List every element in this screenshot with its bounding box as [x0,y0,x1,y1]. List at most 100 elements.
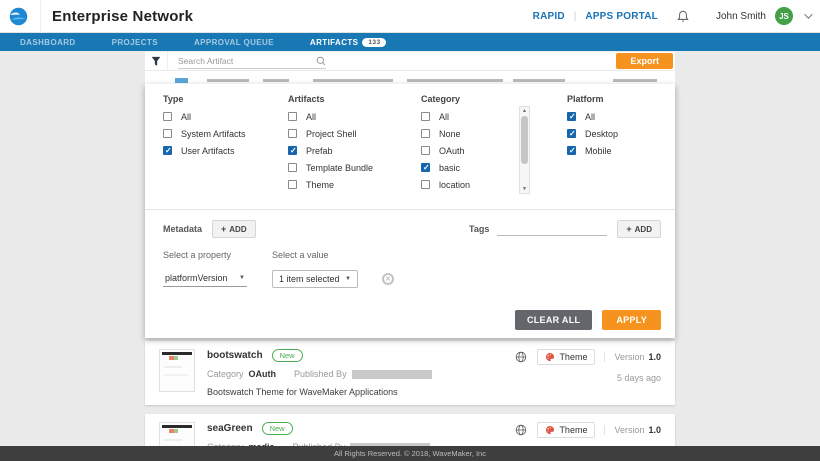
checkbox[interactable] [567,146,576,155]
checkbox[interactable] [421,180,430,189]
content-area: Export Type All Syste [0,52,820,461]
nav-item-dashboard[interactable]: DASHBOARD [20,38,76,47]
obscured-row-fragment [263,79,289,82]
checkbox[interactable] [288,180,297,189]
checkbox-row[interactable]: None [421,129,513,138]
obscured-row [145,71,675,84]
checkbox-row[interactable]: All [421,112,513,121]
checkbox[interactable] [163,146,172,155]
checkbox-row[interactable]: OAuth [421,146,513,155]
plus-icon: + [221,224,226,234]
property-select[interactable]: platformVersion ▼ [163,271,247,287]
obscured-row-fragment [313,79,393,82]
checkbox[interactable] [288,112,297,121]
checkbox-row[interactable]: All [567,112,661,121]
new-badge: New [262,422,293,435]
filter-panel: Type All System Artifacts User Artifacts… [145,84,675,338]
checkbox[interactable] [421,112,430,121]
checkbox-row[interactable]: User Artifacts [163,146,288,155]
plus-icon: + [626,224,631,234]
version-value: 1.0 [648,425,661,435]
search-icon[interactable] [316,56,326,66]
scroll-up-icon[interactable]: ▲ [520,107,529,115]
category-scrollbar[interactable]: ▲ ▼ [519,106,530,194]
checkbox[interactable] [421,129,430,138]
checkbox-row[interactable]: All [288,112,421,121]
published-age: 5 days ago [617,373,661,383]
checkbox-row[interactable]: Mobile [567,146,661,155]
checkbox-row[interactable]: Project Shell [288,129,421,138]
checkbox-row[interactable]: Theme [288,180,421,189]
main-nav: DASHBOARD PROJECTS APPROVAL QUEUE ARTIFA… [0,33,820,51]
avatar[interactable]: JS [775,7,793,25]
checkbox-row[interactable]: basic [421,163,513,172]
checkbox-row[interactable]: Template Bundle [288,163,421,172]
filter-funnel-icon[interactable] [145,52,168,70]
filter-group-artifacts: Artifacts All Project Shell Prefab Templ… [288,92,421,197]
artifact-thumbnail [159,349,195,392]
notifications-bell-icon[interactable] [677,10,689,23]
checkbox[interactable] [288,163,297,172]
value-select[interactable]: 1 item selected ▼ [272,270,358,288]
rapid-link[interactable]: RAPID [533,11,565,22]
user-name: John Smith [716,11,766,22]
apply-button[interactable]: APPLY [602,310,661,330]
obscured-row-fragment [613,79,657,82]
checkbox-row[interactable]: location [421,180,513,189]
checkbox-row[interactable]: Desktop [567,129,661,138]
checkbox[interactable] [288,146,297,155]
version-label: Version [614,352,644,362]
select-value-label: Select a value [272,250,329,260]
checkbox-row[interactable]: Prefab [288,146,421,155]
tags-label: Tags [469,224,489,234]
caret-down-icon: ▼ [345,276,351,282]
nav-item-projects[interactable]: PROJECTS [112,38,158,47]
export-button[interactable]: Export [616,53,673,69]
app-header: Enterprise Network RAPID | APPS PORTAL J… [0,0,820,33]
chevron-down-icon[interactable] [804,10,812,18]
checkbox[interactable] [421,163,430,172]
select-property-label: Select a property [163,250,272,260]
footer: All Rights Reserved. © 2018, WaveMaker, … [0,446,820,461]
checkbox[interactable] [163,112,172,121]
remove-metadata-icon[interactable]: ✕ [382,273,394,285]
filter-group-type: Type All System Artifacts User Artifacts [163,92,288,197]
scroll-down-icon[interactable]: ▼ [520,185,529,193]
checkbox-row[interactable]: System Artifacts [163,129,288,138]
wavemaker-logo-icon[interactable] [8,6,29,27]
obscured-row-fragment [175,78,188,83]
checkbox[interactable] [567,129,576,138]
globe-icon [515,424,527,436]
scrollbar-thumb[interactable] [521,116,528,164]
artifact-title: seaGreen [207,423,253,434]
globe-icon [515,351,527,363]
header-divider [40,0,41,33]
theme-palette-icon [545,425,555,435]
search-field-wrap [178,54,326,69]
artifact-description: Bootswatch Theme for WaveMaker Applicati… [207,387,511,397]
theme-palette-icon [545,352,555,362]
nav-item-approval-queue[interactable]: APPROVAL QUEUE [194,38,274,47]
page-title: Enterprise Network [52,8,193,25]
artifact-title: bootswatch [207,350,263,361]
apps-portal-link[interactable]: APPS PORTAL [585,11,658,22]
published-by-label: Published By [294,369,347,379]
search-input[interactable] [178,56,316,66]
clear-all-button[interactable]: CLEAR ALL [515,310,592,330]
category-value: OAuth [249,369,277,379]
publisher-redacted [352,370,432,379]
checkbox[interactable] [567,112,576,121]
checkbox[interactable] [288,129,297,138]
tags-input[interactable] [497,222,607,236]
checkbox-row[interactable]: All [163,112,288,121]
obscured-row-fragment [407,79,503,82]
nav-item-artifacts[interactable]: ARTIFACTS 133 [310,38,387,47]
obscured-row-fragment [207,79,249,82]
artifact-card-bootswatch[interactable]: bootswatch New Category OAuth Published … [145,341,675,405]
metadata-add-button[interactable]: + ADD [212,220,256,238]
theme-chip: Theme [537,349,595,365]
artifact-toolbar: Export [145,52,675,70]
checkbox[interactable] [163,129,172,138]
tags-add-button[interactable]: + ADD [617,220,661,238]
checkbox[interactable] [421,146,430,155]
